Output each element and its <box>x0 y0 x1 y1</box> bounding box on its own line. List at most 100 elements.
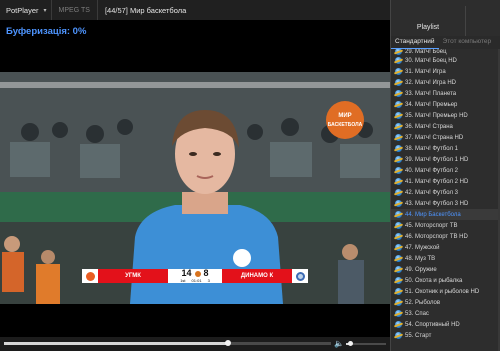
channel-logo-line2: БАСКЕТБОЛА <box>328 122 363 128</box>
playlist-item[interactable]: 36. Матч! Страна <box>391 121 499 132</box>
stream-globe-icon <box>395 145 402 152</box>
stream-globe-icon <box>395 244 402 251</box>
away-team-name: ДИНАМО К <box>222 269 292 283</box>
seek-bar-fill <box>4 342 228 345</box>
playlist-item[interactable]: 53. Спас <box>391 308 499 319</box>
playlist-item-label: 31. Матч! Игра <box>405 68 446 75</box>
playlist-item[interactable]: 47. Мужской <box>391 242 499 253</box>
playlist-item-label: 29. Матч! Боец <box>405 49 447 55</box>
playlist-item[interactable]: 35. Матч! Премьер HD <box>391 110 499 121</box>
playlist-item-label: 33. Матч! Планета <box>405 90 457 97</box>
playlist-item[interactable]: 43. Матч! Футбол 3 HD <box>391 198 499 209</box>
playlist-item[interactable]: 44. Мир Баскетбола <box>391 209 499 220</box>
game-period: 1st <box>180 278 186 283</box>
playlist-items[interactable]: 29. Матч! Боец 30. Матч! Боец HD 31. Матч!… <box>391 49 499 351</box>
stream-globe-icon <box>395 189 402 196</box>
playlist-tab[interactable]: Стандартний <box>391 36 439 49</box>
playlist-item-label: 37. Матч! Страна HD <box>405 134 464 141</box>
volume-slider[interactable] <box>346 341 386 346</box>
volume-icon[interactable]: 🔈 <box>334 340 344 348</box>
seek-handle[interactable] <box>224 340 231 346</box>
playlist-item-label: 42. Матч! Футбол 3 <box>405 189 458 196</box>
stream-globe-icon <box>395 321 402 328</box>
seek-bar[interactable] <box>4 340 331 346</box>
stream-globe-icon <box>395 112 402 119</box>
basketball-icon <box>194 270 201 277</box>
volume-handle[interactable] <box>347 341 353 346</box>
playlist-item[interactable]: 45. Моторспорт ТВ <box>391 220 499 231</box>
away-score: 8 <box>203 268 209 278</box>
stream-globe-icon <box>395 277 402 284</box>
shot-clock: 3 <box>207 278 210 283</box>
stream-globe-icon <box>395 57 402 64</box>
playlist-item[interactable]: 50. Охота и рыбалка <box>391 275 499 286</box>
playlist-item-label: 39. Матч! Футбол 1 HD <box>405 156 469 163</box>
video-frame[interactable]: МИР БАСКЕТБОЛА УГМК 14 8 1st 01:01 3 ДИН… <box>0 72 390 304</box>
playlist-item-label: 44. Мир Баскетбола <box>405 211 461 218</box>
title-bar: PotPlayer ▾ MPEG TS [44/57] Мир баскетбо… <box>0 0 390 20</box>
stream-globe-icon <box>395 310 402 317</box>
away-team-logo <box>292 269 308 283</box>
playlist-item[interactable]: 40. Матч! Футбол 2 <box>391 165 499 176</box>
playlist-item-label: 49. Оружие <box>405 266 437 273</box>
stream-globe-icon <box>395 200 402 207</box>
home-team-logo <box>82 269 98 283</box>
stream-globe-icon <box>395 211 402 218</box>
home-team-name: УГМК <box>98 269 168 283</box>
playlist-item[interactable]: 51. Охотник и рыболов HD <box>391 286 499 297</box>
playlist-item-label: 38. Матч! Футбол 1 <box>405 145 458 152</box>
playlist-item-label: 45. Моторспорт ТВ <box>405 222 458 229</box>
playlist-tabs: Стандартний Этот компьютер <box>391 36 500 49</box>
playlist-item-label: 34. Матч! Премьер <box>405 101 458 108</box>
app-name: PotPlayer <box>6 5 39 15</box>
playlist-item-label: 32. Матч! Игра HD <box>405 79 456 86</box>
playlist-item[interactable]: 54. Спортивный HD <box>391 319 499 330</box>
stream-globe-icon <box>395 101 402 108</box>
playlist-item[interactable]: 41. Матч! Футбол 2 HD <box>391 176 499 187</box>
playlist-item-label: 46. Моторспорт ТВ HD <box>405 233 468 240</box>
playlist-header: Playlist <box>391 0 500 36</box>
stream-globe-icon <box>395 288 402 295</box>
stream-format: MPEG TS <box>52 0 98 20</box>
playlist-item-label: 47. Мужской <box>405 244 440 251</box>
stream-globe-icon <box>395 233 402 240</box>
playlist-item[interactable]: 39. Матч! Футбол 1 HD <box>391 154 499 165</box>
playlist-item[interactable]: 34. Матч! Премьер <box>391 99 499 110</box>
stream-globe-icon <box>395 123 402 130</box>
playlist-item-label: 51. Охотник и рыболов HD <box>405 288 480 295</box>
stream-globe-icon <box>395 134 402 141</box>
playlist-item-label: 30. Матч! Боец HD <box>405 57 457 64</box>
stream-globe-icon <box>395 222 402 229</box>
stream-globe-icon <box>395 167 402 174</box>
scoreboard: УГМК 14 8 1st 01:01 3 ДИНАМО К <box>82 269 308 283</box>
game-clock: 01:01 <box>191 278 202 283</box>
playlist-item[interactable]: 31. Матч! Игра <box>391 66 499 77</box>
playlist-item[interactable]: 52. Рыболов <box>391 297 499 308</box>
stream-globe-icon <box>395 266 402 273</box>
app-menu-button[interactable]: PotPlayer ▾ <box>0 0 52 20</box>
playlist-item[interactable]: 48. Муз ТВ <box>391 253 499 264</box>
playlist-item[interactable]: 33. Матч! Планета <box>391 88 499 99</box>
playlist-item[interactable]: 49. Оружие <box>391 264 499 275</box>
stream-globe-icon <box>395 68 402 75</box>
video-area[interactable]: Буферизація: 0% МИР БАСКЕТБОЛА УГМК 14 8… <box>0 20 390 337</box>
playlist-item[interactable]: 30. Матч! Боец HD <box>391 55 499 66</box>
playlist-item[interactable]: 32. Матч! Игра HD <box>391 77 499 88</box>
playlist-header-divider <box>465 6 466 36</box>
stream-globe-icon <box>395 79 402 86</box>
stream-globe-icon <box>395 299 402 306</box>
playlist-item[interactable]: 42. Матч! Футбол 3 <box>391 187 499 198</box>
stream-globe-icon <box>395 156 402 163</box>
playlist-item[interactable]: 37. Матч! Страна HD <box>391 132 499 143</box>
playlist-tab[interactable]: Этот компьютер <box>439 36 496 49</box>
control-bar: 🔈 <box>0 337 390 351</box>
playlist-item[interactable]: 38. Матч! Футбол 1 <box>391 143 499 154</box>
stream-globe-icon <box>395 255 402 262</box>
window-title: [44/57] Мир баскетбола <box>104 5 187 15</box>
playlist-item-label: 35. Матч! Премьер HD <box>405 112 468 119</box>
playlist-item-label: 50. Охота и рыбалка <box>405 277 463 284</box>
playlist-item[interactable]: 46. Моторспорт ТВ HD <box>391 231 499 242</box>
playlist-item-label: 54. Спортивный HD <box>405 321 460 328</box>
playlist-item[interactable]: 55. Старт <box>391 330 499 341</box>
playlist-item-label: 40. Матч! Футбол 2 <box>405 167 458 174</box>
